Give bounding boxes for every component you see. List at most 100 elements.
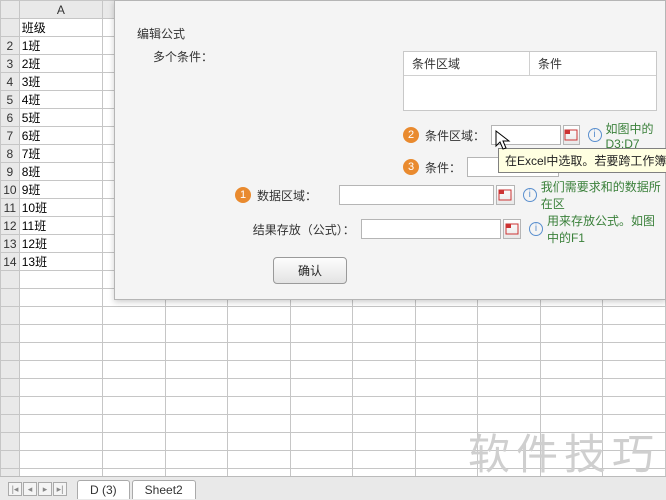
empty-cell[interactable] [478, 325, 541, 343]
empty-cell[interactable] [540, 415, 603, 433]
row-header[interactable]: 12 [1, 217, 20, 235]
empty-cell[interactable] [415, 343, 478, 361]
cell-class[interactable]: 2班 [19, 55, 102, 73]
row-header[interactable] [1, 361, 20, 379]
row-header[interactable] [1, 289, 20, 307]
empty-cell[interactable] [290, 379, 353, 397]
empty-cell[interactable] [19, 343, 102, 361]
cell-class[interactable]: 6班 [19, 127, 102, 145]
data-region-picker[interactable] [496, 185, 515, 205]
row-header[interactable]: 3 [1, 55, 20, 73]
empty-cell[interactable] [603, 433, 666, 451]
empty-cell[interactable] [478, 397, 541, 415]
empty-cell[interactable] [353, 433, 416, 451]
empty-cell[interactable] [415, 415, 478, 433]
empty-cell[interactable] [165, 361, 228, 379]
empty-cell[interactable] [415, 325, 478, 343]
empty-cell[interactable] [415, 361, 478, 379]
row-header[interactable]: 8 [1, 145, 20, 163]
row-header[interactable]: 4 [1, 73, 20, 91]
empty-cell[interactable] [353, 397, 416, 415]
empty-cell[interactable] [540, 433, 603, 451]
empty-cell[interactable] [603, 361, 666, 379]
empty-cell[interactable] [19, 289, 102, 307]
empty-cell[interactable] [353, 451, 416, 469]
empty-cell[interactable] [353, 307, 416, 325]
empty-cell[interactable] [415, 307, 478, 325]
empty-cell[interactable] [603, 325, 666, 343]
empty-cell[interactable] [228, 325, 291, 343]
row-header[interactable]: 11 [1, 199, 20, 217]
row-header[interactable]: 14 [1, 253, 20, 271]
empty-cell[interactable] [228, 361, 291, 379]
nav-last-icon[interactable]: ▸| [53, 482, 67, 496]
empty-cell[interactable] [478, 433, 541, 451]
cell-class[interactable]: 4班 [19, 91, 102, 109]
row-header[interactable]: 5 [1, 91, 20, 109]
empty-cell[interactable] [478, 307, 541, 325]
empty-cell[interactable] [290, 361, 353, 379]
row-header[interactable]: 10 [1, 181, 20, 199]
empty-cell[interactable] [540, 451, 603, 469]
empty-cell[interactable] [228, 415, 291, 433]
empty-cell[interactable] [19, 325, 102, 343]
empty-cell[interactable] [228, 451, 291, 469]
row-header[interactable] [1, 19, 20, 37]
empty-cell[interactable] [478, 415, 541, 433]
empty-cell[interactable] [540, 361, 603, 379]
empty-cell[interactable] [540, 307, 603, 325]
cell-class[interactable]: 8班 [19, 163, 102, 181]
empty-cell[interactable] [603, 379, 666, 397]
info-icon[interactable]: i [588, 128, 602, 142]
result-picker[interactable] [503, 219, 521, 239]
empty-cell[interactable] [19, 271, 102, 289]
empty-cell[interactable] [103, 307, 166, 325]
empty-cell[interactable] [478, 361, 541, 379]
empty-cell[interactable] [165, 433, 228, 451]
cond-region-picker[interactable] [563, 125, 580, 145]
cell-class[interactable]: 11班 [19, 217, 102, 235]
row-header[interactable] [1, 451, 20, 469]
row-header[interactable]: 2 [1, 37, 20, 55]
row-header[interactable]: 9 [1, 163, 20, 181]
row-header[interactable]: 13 [1, 235, 20, 253]
empty-cell[interactable] [290, 415, 353, 433]
empty-cell[interactable] [603, 415, 666, 433]
nav-next-icon[interactable]: ▸ [38, 482, 52, 496]
empty-cell[interactable] [165, 307, 228, 325]
list-header-cond[interactable]: 条件 [530, 52, 656, 75]
empty-cell[interactable] [228, 433, 291, 451]
empty-cell[interactable] [103, 361, 166, 379]
empty-cell[interactable] [103, 433, 166, 451]
row-header[interactable] [1, 433, 20, 451]
row-header[interactable] [1, 271, 20, 289]
empty-cell[interactable] [165, 451, 228, 469]
empty-cell[interactable] [103, 325, 166, 343]
empty-cell[interactable] [103, 379, 166, 397]
empty-cell[interactable] [165, 379, 228, 397]
empty-cell[interactable] [103, 451, 166, 469]
empty-cell[interactable] [603, 397, 666, 415]
sheet-tab-d3[interactable]: D (3) [77, 480, 130, 499]
cell-class[interactable]: 9班 [19, 181, 102, 199]
empty-cell[interactable] [603, 343, 666, 361]
empty-cell[interactable] [478, 451, 541, 469]
cond-region-input[interactable] [491, 125, 561, 145]
empty-cell[interactable] [540, 343, 603, 361]
cell-class[interactable]: 13班 [19, 253, 102, 271]
cell-title[interactable]: 班级 [19, 19, 102, 37]
row-header[interactable] [1, 415, 20, 433]
empty-cell[interactable] [19, 361, 102, 379]
empty-cell[interactable] [603, 451, 666, 469]
empty-cell[interactable] [19, 379, 102, 397]
empty-cell[interactable] [415, 433, 478, 451]
empty-cell[interactable] [228, 343, 291, 361]
row-header[interactable] [1, 379, 20, 397]
empty-cell[interactable] [540, 397, 603, 415]
empty-cell[interactable] [353, 379, 416, 397]
empty-cell[interactable] [290, 307, 353, 325]
row-header[interactable] [1, 343, 20, 361]
cell-class[interactable]: 3班 [19, 73, 102, 91]
corner-cell[interactable] [1, 1, 20, 19]
info-icon[interactable]: i [529, 222, 543, 236]
